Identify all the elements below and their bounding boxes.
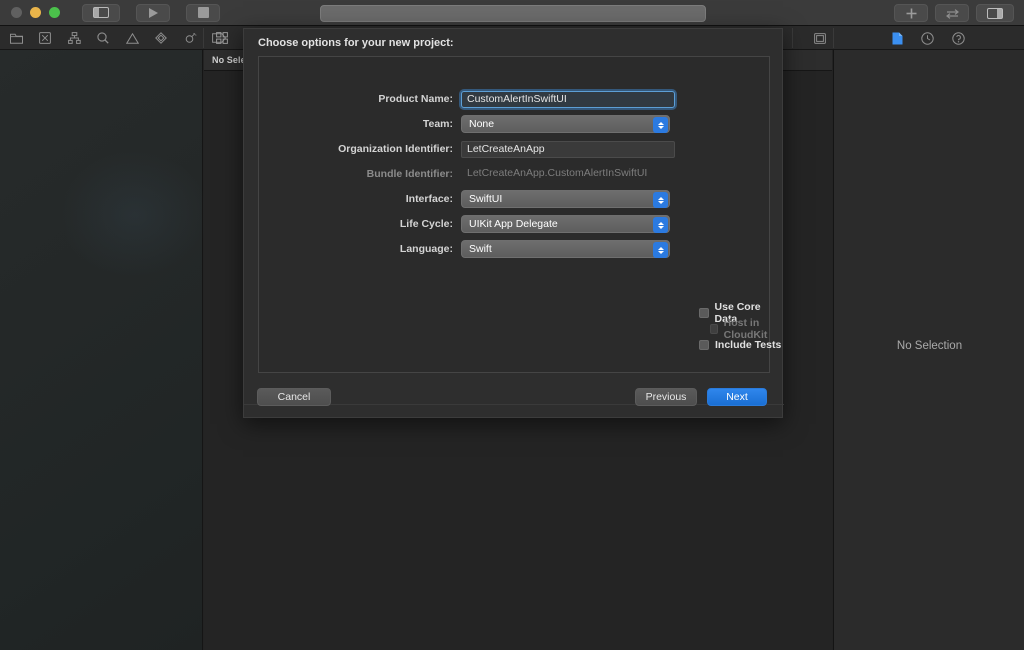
product-name-label: Product Name: [378,93,453,105]
stop-icon [197,7,209,18]
form-row-bundle-identifier: Bundle Identifier: LetCreateAnApp.Custom… [244,166,784,182]
swap-editor-button[interactable] [935,4,969,22]
history-inspector-icon[interactable] [921,31,934,45]
bundle-identifier-label: Bundle Identifier: [366,168,453,180]
navigator-background-glow [60,150,210,280]
grid-view-icon[interactable] [212,28,232,48]
swap-arrows-icon [945,8,959,19]
minimize-window-button[interactable] [30,7,41,18]
bundle-identifier-value: LetCreateAnApp.CustomAlertInSwiftUI [467,166,648,179]
sheet-title: Choose options for your new project: [258,37,454,49]
next-button[interactable]: Next [707,388,767,406]
navigator-divider [203,28,204,48]
toggle-navigator-button[interactable] [82,3,120,22]
team-popup-value: None [469,118,495,130]
toolbar-right-group [894,4,1014,22]
previous-button[interactable]: Previous [635,388,697,406]
file-inspector-icon[interactable] [892,32,903,45]
product-name-input[interactable]: CustomAlertInSwiftUI [461,90,675,108]
team-stepper-icon [653,117,668,133]
symbol-navigator-icon[interactable] [64,28,84,48]
language-popup-value: Swift [469,243,492,255]
interface-label: Interface: [405,193,453,205]
inspector-empty-label: No Selection [896,340,963,352]
close-window-button[interactable] [11,7,22,18]
source-control-navigator-icon[interactable] [35,28,55,48]
team-label: Team: [422,118,453,130]
quick-help-icon[interactable] [952,31,965,45]
language-popup-button[interactable]: Swift [461,240,670,258]
toggle-navigator-icon [93,7,109,18]
project-options-form: Product Name: CustomAlertInSwiftUI Team:… [244,90,784,266]
use-core-data-checkbox[interactable] [699,307,709,318]
language-stepper-icon [653,242,668,258]
issue-navigator-icon[interactable] [122,28,142,48]
interface-popup-button[interactable]: SwiftUI [461,190,670,208]
form-row-product-name: Product Name: CustomAlertInSwiftUI [244,90,784,108]
new-project-options-sheet: Choose options for your new project: Pro… [243,28,784,418]
stop-button[interactable] [186,3,220,22]
include-tests-label: Include Tests [715,338,782,351]
play-icon [148,7,158,18]
toggle-inspector-button[interactable] [976,4,1014,22]
traffic-light-group [11,7,60,18]
interface-stepper-icon [653,192,668,208]
organization-identifier-input[interactable]: LetCreateAnApp [461,140,675,158]
organization-identifier-label: Organization Identifier: [338,143,453,155]
project-options-checkboxes: Use Core Data Host in CloudKit Include T… [699,301,782,353]
run-button[interactable] [136,3,170,22]
include-tests-checkbox[interactable] [699,339,709,350]
editor-inspector-divider [792,28,793,48]
add-editor-button[interactable] [894,4,928,22]
find-navigator-icon[interactable] [93,28,113,48]
zoom-window-button[interactable] [49,7,60,18]
window-title-bar [0,0,1024,26]
form-row-life-cycle: Life Cycle: UIKit App Delegate [244,215,784,233]
project-navigator-icon[interactable] [6,28,26,48]
xcode-window: No Selec No Selection Choose options for… [0,0,1024,650]
host-in-cloudkit-label: Host in CloudKit [723,316,768,341]
form-row-organization-identifier: Organization Identifier: LetCreateAnApp [244,140,784,158]
team-popup-button[interactable]: None [461,115,670,133]
assistant-editor-icon[interactable] [810,28,830,48]
form-row-interface: Interface: SwiftUI [244,190,784,208]
host-in-cloudkit-checkbox [710,323,718,334]
form-row-language: Language: Swift [244,240,784,258]
life-cycle-popup-button[interactable]: UIKit App Delegate [461,215,670,233]
life-cycle-popup-value: UIKit App Delegate [469,218,558,230]
test-navigator-icon[interactable] [151,28,171,48]
activity-location-bar[interactable] [320,5,706,22]
host-in-cloudkit-row: Host in CloudKit [699,317,782,341]
life-cycle-stepper-icon [653,217,668,233]
navigator-pane [0,50,210,650]
inspector-tab-bar [833,26,1024,50]
interface-popup-value: SwiftUI [469,193,503,205]
inspector-pane: No Selection [833,50,1024,650]
life-cycle-label: Life Cycle: [399,218,453,230]
include-tests-row[interactable]: Include Tests [699,337,782,352]
debug-navigator-icon[interactable] [180,28,200,48]
toggle-inspector-icon [987,7,1003,19]
plus-icon [906,8,916,18]
toolbar-left-group [82,3,220,22]
form-row-team: Team: None [244,115,784,133]
cancel-button[interactable]: Cancel [257,388,331,406]
language-label: Language: [399,243,453,255]
